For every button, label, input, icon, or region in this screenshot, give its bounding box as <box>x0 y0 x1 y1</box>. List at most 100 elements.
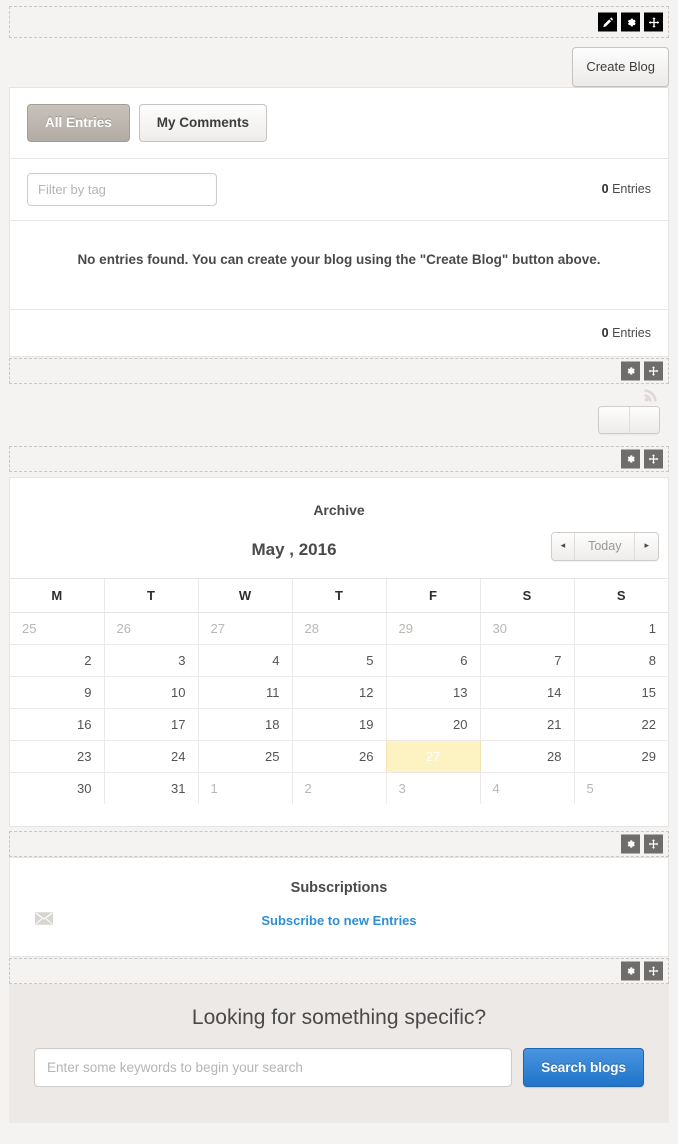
archive-portlet-toolbar-bottom <box>9 831 669 858</box>
archive-portlet-toolbar-top <box>9 445 669 472</box>
subscriptions-panel: Subscriptions Subscribe to new Entries <box>9 857 669 958</box>
calendar-day-today[interactable]: 27 <box>385 740 481 773</box>
calendar-day-cell[interactable]: 7 <box>479 644 574 677</box>
entries-portlet-toolbar <box>9 357 669 384</box>
calendar-day-cell[interactable]: 21 <box>479 708 574 741</box>
calendar-day-cell[interactable]: 18 <box>197 708 292 741</box>
calendar-day-cell[interactable]: 23 <box>10 740 104 773</box>
calendar-day-cell[interactable]: 29 <box>385 612 480 645</box>
calendar-weekday-header: F <box>385 577 480 613</box>
gear-icon[interactable] <box>621 12 640 32</box>
archive-nav-group: ◂ Today ▸ <box>550 531 659 562</box>
next-month-button[interactable]: ▸ <box>634 532 658 561</box>
gear-icon[interactable] <box>621 361 640 381</box>
blog-page: Create Blog All Entries My Comments 0 En… <box>0 6 678 1133</box>
calendar-day-cell[interactable]: 2 <box>291 772 386 805</box>
move-icon[interactable] <box>644 834 663 854</box>
entries-count-top: 0 Entries <box>602 182 651 196</box>
top-icon-cluster <box>598 12 663 32</box>
search-row: Search blogs <box>34 1048 644 1088</box>
subscriptions-link-row: Subscribe to new Entries <box>10 896 668 930</box>
subscribe-to-new-entries-link[interactable]: Subscribe to new Entries <box>261 913 416 928</box>
search-keywords-input[interactable] <box>34 1048 513 1088</box>
gear-icon[interactable] <box>621 834 640 854</box>
calendar-day-cell[interactable]: 30 <box>479 612 574 645</box>
tab-all-entries[interactable]: All Entries <box>27 104 130 142</box>
gear-icon[interactable] <box>621 449 640 469</box>
subscriptions-portlet-toolbar <box>9 958 669 985</box>
calendar-day-cell[interactable]: 28 <box>479 740 574 773</box>
entries-count-bottom: 0 Entries <box>602 326 651 340</box>
calendar-day-cell[interactable]: 3 <box>103 644 198 677</box>
move-icon[interactable] <box>644 12 663 32</box>
calendar-day-cell[interactable]: 16 <box>10 708 104 741</box>
calendar-day-cell[interactable]: 4 <box>197 644 292 677</box>
pencil-icon[interactable] <box>598 12 617 32</box>
calendar-weekday-header: T <box>291 577 386 613</box>
entries-count-bottom-label: Entries <box>608 325 651 340</box>
calendar-day-cell[interactable]: 27 <box>197 612 292 645</box>
calendar-day-cell[interactable]: 8 <box>573 644 668 677</box>
filter-row: 0 Entries <box>10 157 668 220</box>
calendar-day-cell[interactable]: 25 <box>197 740 292 773</box>
calendar-day-cell[interactable]: 26 <box>291 740 386 773</box>
calendar-week-row: 23 24 25 26 27 28 29 <box>10 740 668 773</box>
calendar-day-cell[interactable]: 6 <box>385 644 480 677</box>
calendar-day-cell[interactable]: 30 <box>10 772 104 804</box>
calendar-day-cell[interactable]: 11 <box>197 676 292 709</box>
entries-count-bottom-row: 0 Entries <box>10 308 668 356</box>
calendar-day-cell[interactable]: 14 <box>479 676 574 709</box>
today-button[interactable]: Today <box>574 532 635 561</box>
calendar-day-cell[interactable]: 26 <box>103 612 198 645</box>
calendar-day-cell[interactable]: 25 <box>10 612 104 645</box>
calendar-day-cell[interactable]: 20 <box>385 708 480 741</box>
calendar-day-cell[interactable]: 1 <box>573 612 668 645</box>
calendar-day-cell[interactable]: 28 <box>291 612 386 645</box>
entries-tabs: All Entries My Comments <box>10 88 668 158</box>
calendar-day-cell[interactable]: 15 <box>573 676 668 709</box>
calendar-header-row: MTWTFSS <box>10 577 668 613</box>
calendar-day-cell[interactable]: 13 <box>385 676 480 709</box>
subscriptions-title: Subscriptions <box>290 880 388 897</box>
calendar-day-cell[interactable]: 5 <box>291 644 386 677</box>
create-blog-row: Create Blog <box>0 38 678 87</box>
calendar-day-cell[interactable]: 29 <box>573 740 668 773</box>
move-icon[interactable] <box>644 449 663 469</box>
search-blogs-button[interactable]: Search blogs <box>523 1048 644 1088</box>
entries-count-top-label: Entries <box>608 182 651 197</box>
calendar-day-cell[interactable]: 1 <box>197 772 292 805</box>
calendar-day-cell[interactable]: 2 <box>10 644 104 677</box>
create-blog-button[interactable]: Create Blog <box>572 47 669 87</box>
calendar-day-cell[interactable]: 19 <box>291 708 386 741</box>
calendar-weekday-header: S <box>573 577 668 613</box>
calendar-day-cell[interactable]: 3 <box>385 772 480 805</box>
calendar-week-row: 25 26 27 28 29 30 1 <box>10 612 668 645</box>
archive-panel: Archive May , 2016 ◂ Today ▸ MTWTFSS 25 2… <box>9 476 669 828</box>
move-icon[interactable] <box>644 361 663 381</box>
calendar-day-cell[interactable]: 17 <box>103 708 198 741</box>
entries-count-bottom-number: 0 <box>601 325 609 340</box>
tab-my-comments[interactable]: My Comments <box>138 104 268 142</box>
search-heading: Looking for something specific? <box>191 1006 487 1030</box>
view-toggle-left-button[interactable] <box>599 406 629 433</box>
calendar-weekday-header: S <box>479 577 574 613</box>
archive-icon-cluster-top <box>621 449 663 469</box>
view-toggle-right-button[interactable] <box>629 406 659 433</box>
calendar-week-row: 30 31 1 2 3 4 5 <box>10 772 668 805</box>
calendar-day-cell[interactable]: 12 <box>291 676 386 709</box>
calendar-day-cell[interactable]: 10 <box>103 676 198 709</box>
prev-month-button[interactable]: ◂ <box>551 532 575 561</box>
no-entries-message: No entries found. You can create your bl… <box>10 219 668 309</box>
calendar-day-cell[interactable]: 5 <box>573 772 668 805</box>
gear-icon[interactable] <box>621 961 640 981</box>
calendar-day-cell[interactable]: 22 <box>573 708 668 741</box>
top-portlet-toolbar <box>9 6 669 38</box>
calendar-day-cell[interactable]: 31 <box>103 772 198 805</box>
calendar-day-cell[interactable]: 24 <box>103 740 198 773</box>
archive-title: Archive <box>313 501 365 518</box>
calendar-day-cell[interactable]: 9 <box>10 676 104 709</box>
filter-by-tag-input[interactable] <box>27 172 217 206</box>
rss-icon[interactable] <box>643 387 659 403</box>
calendar-day-cell[interactable]: 4 <box>479 772 574 805</box>
move-icon[interactable] <box>644 961 663 981</box>
